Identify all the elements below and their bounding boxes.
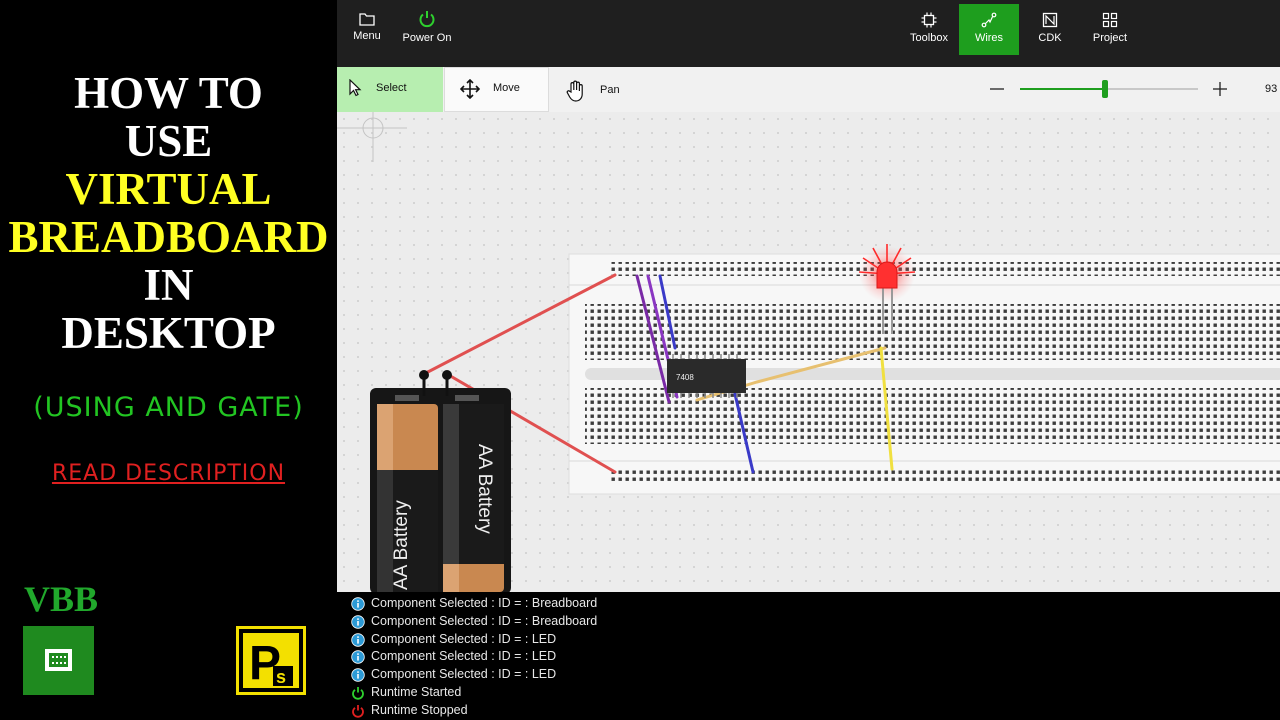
- select-label: Select: [376, 82, 407, 94]
- cdk-icon: [1042, 12, 1058, 28]
- log-entry: Runtime Started: [337, 684, 1280, 702]
- grid-icon: [1102, 12, 1118, 28]
- pan-tool-button[interactable]: Pan: [557, 67, 627, 112]
- vbb-app-window: Menu Power On Toolbox Wires CDK Project …: [337, 0, 1280, 720]
- project-label: Project: [1092, 32, 1128, 44]
- design-canvas[interactable]: 7408 AA Battery AA Battery: [337, 112, 1280, 592]
- wires-button[interactable]: Wires: [959, 4, 1019, 55]
- log-text: Component Selected : ID = : LED: [371, 667, 557, 682]
- title-line-3: VIRTUAL: [65, 164, 272, 214]
- select-tool-button[interactable]: Select: [337, 67, 443, 112]
- chip-icon: [921, 12, 937, 28]
- battery-label-left: AA Battery: [391, 500, 412, 590]
- chip-label: 7408: [676, 373, 694, 382]
- log-entry: Component Selected : ID = : LED: [337, 631, 1280, 649]
- log-entry: Component Selected : ID = : LED: [337, 648, 1280, 666]
- log-text: Runtime Stopped: [371, 702, 468, 717]
- zoom-slider[interactable]: [1020, 79, 1200, 99]
- ic-chip-7408[interactable]: 7408: [667, 354, 746, 398]
- zoom-in-button[interactable]: [1210, 79, 1230, 99]
- power-on-icon: [352, 686, 364, 700]
- power-on-button[interactable]: Power On: [399, 4, 455, 55]
- log-text: Component Selected : ID = : LED: [371, 631, 557, 646]
- toolbox-button[interactable]: Toolbox: [903, 4, 955, 55]
- info-icon: [351, 668, 365, 682]
- menu-label: Menu: [353, 30, 381, 42]
- info-icon: [351, 632, 365, 647]
- cdk-label: CDK: [1038, 32, 1062, 44]
- zoom-slider-thumb[interactable]: [1102, 80, 1108, 98]
- cursor-icon: [349, 79, 362, 97]
- move-label: Move: [493, 82, 520, 94]
- menu-button[interactable]: Menu: [345, 4, 389, 55]
- pan-label: Pan: [600, 84, 620, 96]
- thumbnail-panel: HOW TO USE VIRTUAL BREADBOARD IN DESKTOP…: [0, 0, 337, 720]
- battery-label-right: AA Battery: [474, 444, 495, 534]
- info-icon: [351, 650, 365, 665]
- title-line-4: BREADBOARD: [8, 212, 329, 262]
- info-icon: [351, 615, 365, 629]
- command-bar: Select Move Pan 93: [337, 67, 1280, 112]
- log-entry: Component Selected : ID = : LED: [337, 666, 1280, 684]
- title-line-1: HOW TO: [74, 68, 263, 118]
- move-icon: [460, 79, 480, 99]
- read-description-note: READ DESCRIPTION: [51, 461, 286, 486]
- cdk-button[interactable]: CDK: [1027, 4, 1073, 55]
- log-text: Component Selected : ID = : LED: [371, 649, 557, 664]
- info-icon: [351, 597, 365, 611]
- log-entry: Runtime Stopped: [337, 702, 1280, 720]
- svg-text:s: s: [276, 667, 286, 687]
- zoom-out-button[interactable]: [987, 79, 1007, 99]
- hand-pan-icon: [566, 80, 583, 102]
- log-text: Component Selected : ID = : Breadboard: [371, 613, 598, 628]
- log-text: Component Selected : ID = : Breadboard: [371, 596, 598, 610]
- title-line-6: DESKTOP: [61, 308, 276, 358]
- output-log: Component Selected : ID = : Breadboard C…: [337, 592, 1280, 720]
- title-line-5: IN: [143, 260, 194, 310]
- title-line-2: USE: [124, 116, 213, 166]
- toolbox-label: Toolbox: [910, 32, 948, 44]
- crosshair-icon: [337, 112, 407, 162]
- vbb-logo: [23, 626, 94, 695]
- zoom-value: 93: [1265, 83, 1278, 95]
- power-off-icon: [352, 704, 364, 718]
- battery-holder[interactable]: AA Battery AA Battery: [370, 370, 511, 592]
- power-icon: [419, 11, 435, 28]
- log-text: Runtime Started: [371, 684, 462, 699]
- vbb-brand-label: VBB: [24, 579, 99, 619]
- move-tool-button[interactable]: Move: [444, 67, 549, 112]
- top-app-bar: Menu Power On Toolbox Wires CDK Project: [337, 0, 1280, 67]
- breadboard-logo-icon: [45, 649, 72, 671]
- log-entry: Component Selected : ID = : Breadboard: [337, 613, 1280, 631]
- power-on-label: Power On: [402, 32, 452, 44]
- wires-label: Wires: [974, 32, 1004, 44]
- wire-icon: [981, 12, 997, 28]
- log-entry: Component Selected : ID = : Breadboard: [337, 595, 1280, 613]
- project-button[interactable]: Project: [1087, 4, 1133, 55]
- subtitle: (USING AND GATE): [33, 392, 304, 423]
- folder-icon: [359, 13, 375, 26]
- ps-logo: P s: [236, 626, 306, 695]
